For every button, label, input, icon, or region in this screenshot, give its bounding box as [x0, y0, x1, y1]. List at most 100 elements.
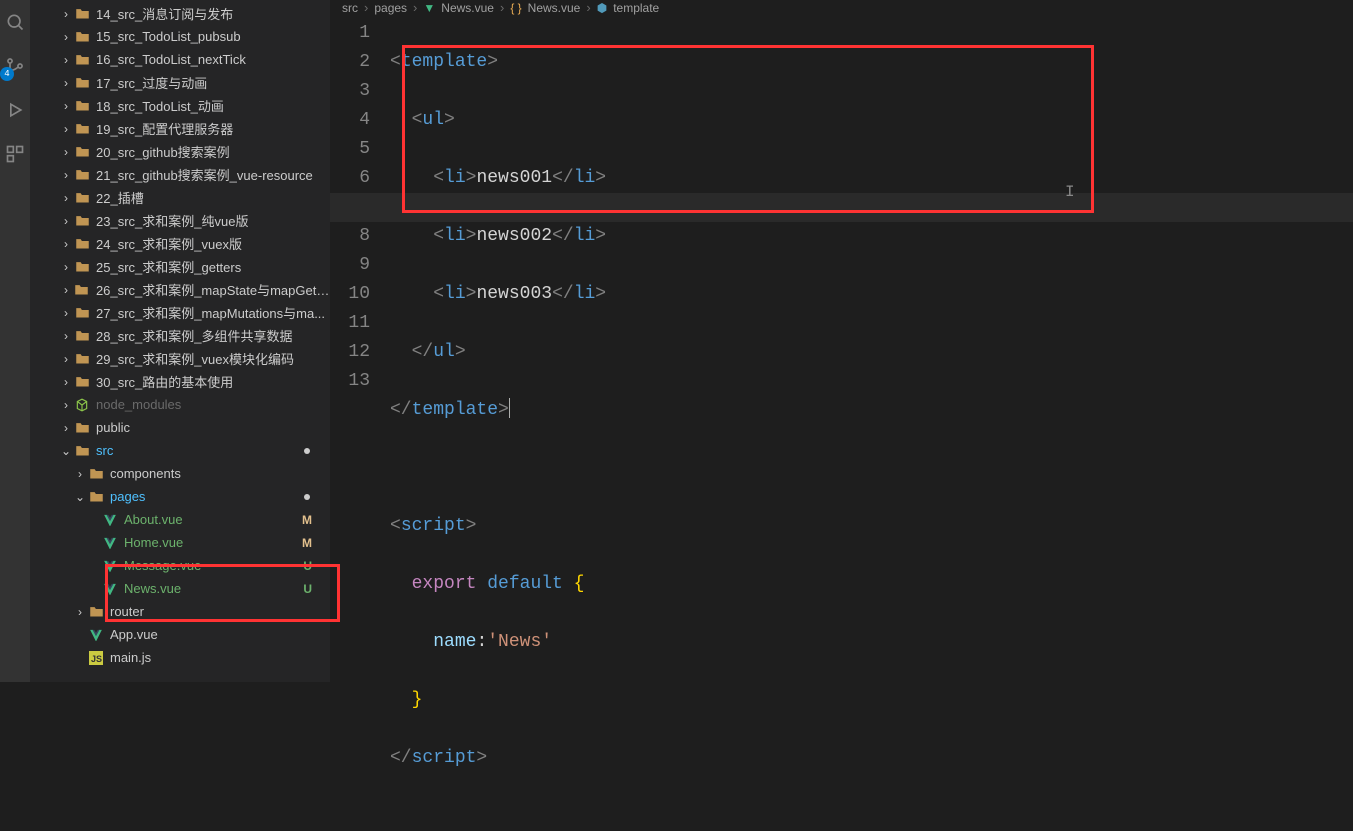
chevron-icon[interactable]: ⌄	[58, 444, 74, 458]
breadcrumb-item[interactable]: pages	[374, 1, 407, 15]
tree-item[interactable]: › 20_src_github搜索案例	[30, 140, 330, 163]
chevron-right-icon: ›	[364, 0, 368, 15]
chevron-icon[interactable]: ⌄	[72, 490, 88, 504]
tree-label: 15_src_TodoList_pubsub	[96, 29, 241, 44]
folder-icon	[74, 305, 90, 321]
chevron-icon[interactable]: ›	[58, 352, 74, 366]
git-status: M	[302, 536, 312, 550]
tree-label: 25_src_求和案例_getters	[96, 257, 241, 276]
tree-item[interactable]: ›21_src_github搜索案例_vue-resource	[30, 163, 330, 186]
tree-label: router	[110, 604, 144, 619]
tree-item[interactable]: › 27_src_求和案例_mapMutations与ma...	[30, 301, 330, 324]
modified-dot	[304, 448, 310, 454]
tree-item[interactable]: ›30_src_路由的基本使用	[30, 370, 330, 393]
chevron-icon[interactable]: ›	[58, 260, 74, 274]
tree-item[interactable]: › 17_src_过度与动画	[30, 71, 330, 94]
tree-item[interactable]: ›29_src_求和案例_vuex模块化编码	[30, 347, 330, 370]
chevron-icon[interactable]: ›	[58, 30, 74, 44]
chevron-icon[interactable]: ›	[58, 329, 74, 343]
folder-icon	[88, 466, 104, 482]
tree-item[interactable]: › node_modules	[30, 393, 330, 416]
tree-item[interactable]: ›App.vue	[30, 623, 330, 646]
js-icon: JS	[88, 650, 104, 666]
tree-item[interactable]: ›22_插槽	[30, 186, 330, 209]
vue-icon	[102, 581, 118, 597]
tree-label: 14_src_消息订阅与发布	[96, 4, 233, 23]
tree-label: 26_src_求和案例_mapState与mapGett...	[96, 280, 330, 299]
chevron-icon[interactable]: ›	[58, 122, 74, 136]
tree-item[interactable]: ⌄ pages	[30, 485, 330, 508]
brackets-icon: { }	[510, 1, 521, 15]
tree-item[interactable]: ›components	[30, 462, 330, 485]
chevron-right-icon: ›	[500, 0, 504, 15]
tree-item[interactable]: › 26_src_求和案例_mapState与mapGett...	[30, 278, 330, 301]
tree-item[interactable]: › 25_src_求和案例_getters	[30, 255, 330, 278]
tree-item[interactable]: ›19_src_配置代理服务器	[30, 117, 330, 140]
chevron-icon[interactable]: ›	[58, 306, 74, 320]
breadcrumb-item[interactable]: src	[342, 1, 358, 15]
debug-icon[interactable]	[3, 98, 27, 122]
breadcrumb-item[interactable]: template	[613, 1, 659, 15]
folder-icon	[74, 75, 90, 91]
tree-item[interactable]: ›16_src_TodoList_nextTick	[30, 48, 330, 71]
tree-item[interactable]: ›JSmain.js	[30, 646, 330, 669]
tree-label: node_modules	[96, 397, 181, 412]
tree-item[interactable]: ⌄src	[30, 439, 330, 462]
tree-item[interactable]: ›News.vueU	[30, 577, 330, 600]
tree-item[interactable]: ›Message.vueU	[30, 554, 330, 577]
chevron-icon[interactable]: ›	[58, 421, 74, 435]
tree-item[interactable]: ›28_src_求和案例_多组件共享数据	[30, 324, 330, 347]
tree-label: 17_src_过度与动画	[96, 73, 207, 92]
extensions-icon[interactable]	[3, 142, 27, 166]
folder-icon	[74, 190, 90, 206]
tree-item[interactable]: › router	[30, 600, 330, 623]
chevron-icon[interactable]: ›	[58, 283, 74, 297]
chevron-icon[interactable]: ›	[72, 467, 88, 481]
tree-item[interactable]: › public	[30, 416, 330, 439]
tree-item[interactable]: ›Home.vueM	[30, 531, 330, 554]
chevron-icon[interactable]: ›	[58, 7, 74, 21]
tree-item[interactable]: ›About.vueM	[30, 508, 330, 531]
chevron-icon[interactable]: ›	[58, 398, 74, 412]
vue-icon	[88, 627, 104, 643]
source-control-icon[interactable]: 4	[3, 54, 27, 78]
chevron-icon[interactable]: ›	[58, 99, 74, 113]
vue-icon	[102, 558, 118, 574]
tree-label: main.js	[110, 650, 151, 665]
folder-icon	[74, 144, 90, 160]
folder-icon	[88, 604, 104, 620]
tree-item[interactable]: › 14_src_消息订阅与发布	[30, 2, 330, 25]
search-icon[interactable]	[3, 10, 27, 34]
folder-icon	[74, 6, 90, 22]
chevron-icon[interactable]: ›	[58, 191, 74, 205]
breadcrumb-item[interactable]: News.vue	[528, 1, 581, 15]
tree-item[interactable]: ›23_src_求和案例_纯vue版	[30, 209, 330, 232]
tree-label: 20_src_github搜索案例	[96, 142, 230, 161]
code-content[interactable]: <template> <ul> <li>news001</li> <li>new…	[390, 15, 1353, 831]
tree-label: 27_src_求和案例_mapMutations与ma...	[96, 303, 325, 322]
tree-item[interactable]: › 15_src_TodoList_pubsub	[30, 25, 330, 48]
tree-label: public	[96, 420, 130, 435]
chevron-icon[interactable]: ›	[58, 168, 74, 182]
breadcrumb-item[interactable]: News.vue	[441, 1, 494, 15]
chevron-icon[interactable]: ›	[58, 237, 74, 251]
tree-item[interactable]: ›18_src_TodoList_动画	[30, 94, 330, 117]
folder-icon	[74, 121, 90, 137]
chevron-icon[interactable]: ›	[58, 76, 74, 90]
chevron-icon[interactable]: ›	[58, 53, 74, 67]
file-explorer[interactable]: ›14_src_消息订阅与发布›15_src_TodoList_pubsub›1…	[30, 0, 330, 682]
git-status: M	[302, 513, 312, 527]
editor-body[interactable]: 123 456 789 101112 13 <template> <ul> <l…	[330, 15, 1353, 831]
breadcrumbs[interactable]: src › pages › ▼ News.vue › { } News.vue …	[330, 0, 1353, 15]
vue-icon	[102, 535, 118, 551]
tree-item[interactable]: ›24_src_求和案例_vuex版	[30, 232, 330, 255]
folder-icon	[74, 328, 90, 344]
chevron-right-icon: ›	[586, 0, 590, 15]
tree-label: News.vue	[124, 581, 181, 596]
chevron-icon[interactable]: ›	[58, 145, 74, 159]
chevron-icon[interactable]: ›	[58, 375, 74, 389]
chevron-icon[interactable]: ›	[58, 214, 74, 228]
tree-label: pages	[110, 489, 145, 504]
folder-icon	[74, 167, 90, 183]
chevron-icon[interactable]: ›	[72, 605, 88, 619]
